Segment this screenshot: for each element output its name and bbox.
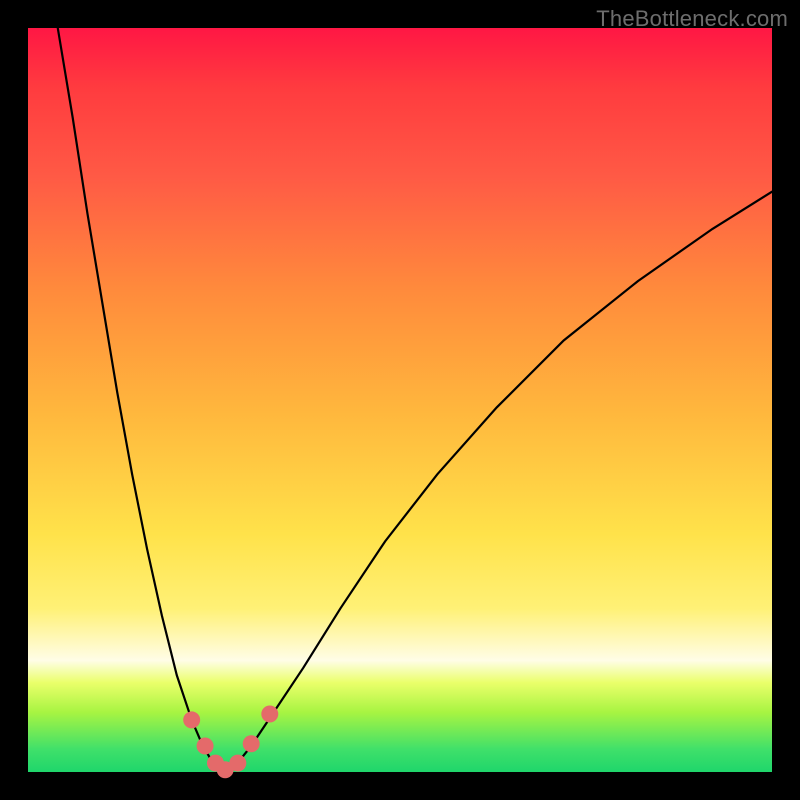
curve-markers: [183, 705, 278, 778]
curve-layer: [28, 28, 772, 772]
curve-marker: [183, 711, 200, 728]
chart-frame: TheBottleneck.com: [0, 0, 800, 800]
curve-marker: [243, 735, 260, 752]
watermark-text: TheBottleneck.com: [596, 6, 788, 32]
curve-marker: [229, 755, 246, 772]
plot-area: [28, 28, 772, 772]
curve-marker: [261, 705, 278, 722]
bottleneck-curve: [58, 28, 772, 772]
curve-marker: [197, 737, 214, 754]
